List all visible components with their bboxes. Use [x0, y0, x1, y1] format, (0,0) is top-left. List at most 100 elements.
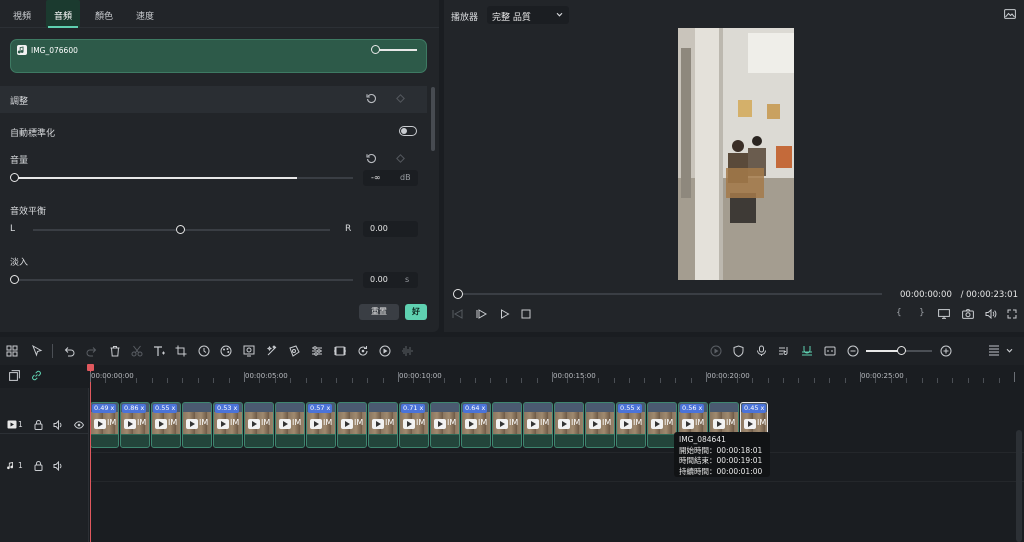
reset-volume-icon[interactable]: [366, 153, 377, 164]
mark-in-icon[interactable]: {: [896, 308, 902, 318]
audio-mix-icon[interactable]: [778, 345, 790, 357]
add-track-icon[interactable]: [9, 370, 20, 381]
mark-out-icon[interactable]: }: [919, 308, 925, 318]
tab-audio[interactable]: 音頻: [54, 9, 72, 22]
reset-button[interactable]: 重置: [359, 304, 399, 320]
clip-label: IM: [168, 418, 178, 427]
timeline-clip[interactable]: IM: [647, 402, 677, 448]
adjust-icon[interactable]: [311, 345, 323, 357]
clip-volume-knob[interactable]: [371, 45, 380, 54]
reset-adjust-icon[interactable]: [366, 93, 377, 104]
ok-button[interactable]: 好: [405, 304, 427, 320]
clip-tooltip: IMG_084641 開始時間：00:00:18:01 時間結束：00:00:1…: [674, 432, 770, 477]
timeline-clip[interactable]: IM 0.49 x: [90, 402, 119, 448]
speed-icon[interactable]: [198, 345, 210, 357]
select-tool-icon[interactable]: [31, 345, 43, 357]
undo-icon[interactable]: [63, 345, 75, 357]
stabilize-icon[interactable]: [243, 345, 255, 357]
timeline-clip[interactable]: IM: [523, 402, 553, 448]
timeline-clip[interactable]: IM: [554, 402, 584, 448]
panel-scrollbar[interactable]: [431, 87, 435, 151]
scene-detect-icon[interactable]: [379, 345, 391, 357]
render-icon[interactable]: [710, 345, 722, 357]
audio-clip-card[interactable]: IMG_076600: [10, 39, 427, 73]
zoom-slider-knob[interactable]: [897, 346, 906, 355]
timeline-clip[interactable]: IM 0.55 x: [616, 402, 646, 448]
zoom-out-icon[interactable]: [847, 345, 859, 357]
playback-progress-knob[interactable]: [453, 289, 463, 299]
timeline-scrollbar[interactable]: [1016, 430, 1022, 542]
adjust-section-header[interactable]: [0, 86, 427, 113]
snap-icon[interactable]: [801, 345, 813, 357]
prev-frame-icon[interactable]: [452, 309, 463, 319]
audio-lock-icon[interactable]: [34, 461, 43, 471]
trim-icon[interactable]: [333, 345, 347, 357]
crop-icon[interactable]: [175, 345, 187, 357]
timeline-clip[interactable]: IM: [337, 402, 367, 448]
track-height-icon[interactable]: [988, 344, 1000, 358]
redo-icon[interactable]: [86, 345, 98, 357]
balance-value-field[interactable]: 0.00: [363, 221, 418, 237]
timeline-clip[interactable]: IM 0.53 x: [213, 402, 243, 448]
video-preview[interactable]: [678, 28, 794, 280]
step-play-icon[interactable]: [476, 309, 487, 319]
tab-video[interactable]: 視頻: [13, 9, 31, 22]
delete-icon[interactable]: [109, 345, 121, 357]
zoom-in-icon[interactable]: [940, 345, 952, 357]
layout-grid-icon[interactable]: [6, 345, 18, 357]
stop-icon[interactable]: [521, 309, 531, 319]
timeline-clip[interactable]: IM: [430, 402, 460, 448]
eye-icon[interactable]: [74, 421, 84, 429]
text-tool-icon[interactable]: [153, 345, 166, 357]
timeline-clip[interactable]: IM 0.55 x: [151, 402, 181, 448]
link-icon[interactable]: [31, 370, 42, 381]
speaker-icon[interactable]: [985, 309, 997, 319]
tab-speed[interactable]: 速度: [136, 9, 154, 22]
speed-badge: 0.56 x: [680, 404, 705, 413]
playback-progress-track[interactable]: [458, 293, 882, 295]
track-volume-icon[interactable]: [53, 420, 63, 430]
timeline-clip[interactable]: IM 0.64 x: [461, 402, 491, 448]
audio-wave-icon[interactable]: [401, 345, 413, 357]
color-icon[interactable]: [220, 345, 232, 357]
timeline-clip[interactable]: IM: [275, 402, 305, 448]
timeline-clip[interactable]: IM 0.86 x: [120, 402, 150, 448]
clip-audio-strip: [338, 435, 366, 447]
snapshot-view-icon[interactable]: [1004, 9, 1016, 19]
fade-in-slider-knob[interactable]: [10, 275, 19, 284]
timeline-clip[interactable]: IM 0.71 x: [399, 402, 429, 448]
timeline-clip[interactable]: IM: [244, 402, 274, 448]
auto-reframe-icon[interactable]: [357, 345, 369, 357]
cut-icon[interactable]: [131, 345, 143, 357]
camera-icon[interactable]: [962, 309, 974, 319]
fullscreen-icon[interactable]: [1007, 309, 1017, 319]
volume-slider-knob[interactable]: [10, 173, 19, 182]
timeline-clip[interactable]: IM: [182, 402, 212, 448]
quality-select[interactable]: 完整 品質: [487, 6, 569, 24]
lock-icon[interactable]: [34, 420, 43, 430]
tab-color[interactable]: 顏色: [95, 9, 113, 22]
ai-effect-icon[interactable]: [266, 345, 278, 357]
timeline-clip[interactable]: IM 0.57 x: [306, 402, 336, 448]
audio-volume-icon[interactable]: [53, 461, 63, 471]
balance-slider-knob[interactable]: [176, 225, 185, 234]
volume-value-field[interactable]: -∞ dB: [363, 170, 418, 186]
keyframe-icon[interactable]: [396, 94, 405, 103]
play-icon[interactable]: [500, 309, 510, 319]
playhead-handle[interactable]: [87, 364, 94, 371]
playhead[interactable]: [90, 366, 91, 542]
fade-in-value-field[interactable]: 0.00 s: [363, 272, 418, 288]
auto-normalize-toggle[interactable]: [399, 126, 417, 136]
clip-label: IM: [664, 418, 674, 427]
shield-icon[interactable]: [733, 345, 744, 357]
volume-keyframe-icon[interactable]: [396, 154, 405, 163]
display-icon[interactable]: [938, 309, 950, 319]
chevron-down-icon[interactable]: [1006, 347, 1013, 354]
timeline-clip[interactable]: IM: [492, 402, 522, 448]
timeline-clip[interactable]: IM: [368, 402, 398, 448]
subtitle-icon[interactable]: [824, 345, 836, 357]
microphone-icon[interactable]: [756, 345, 767, 357]
timeline-clip[interactable]: IM: [585, 402, 615, 448]
mask-icon[interactable]: [288, 345, 300, 357]
video-clip-icon: [403, 419, 415, 429]
